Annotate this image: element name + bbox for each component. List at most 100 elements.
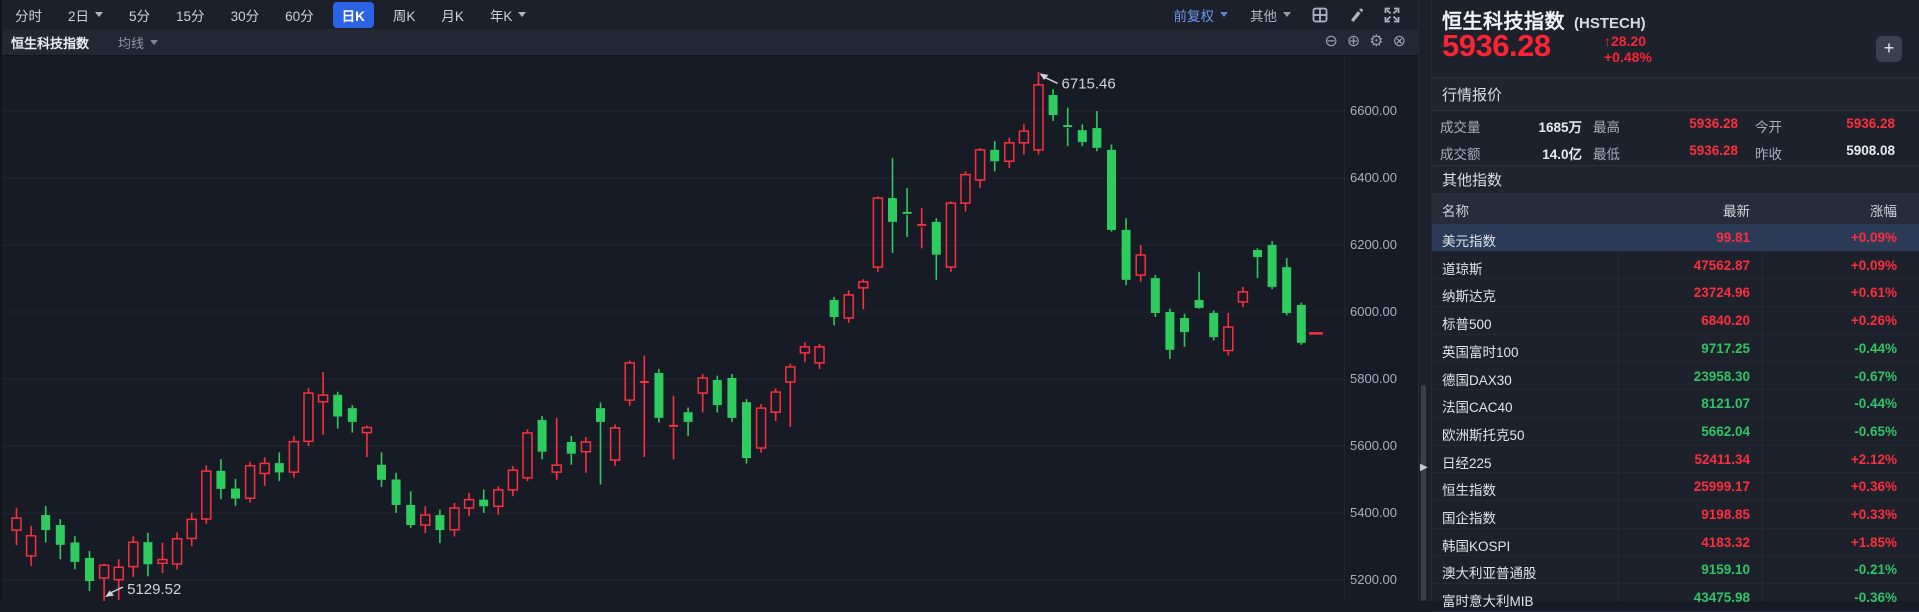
index-row-韩国KOSPI[interactable]: 韩国KOSPI4183.32+1.85%	[1432, 529, 1919, 557]
header-change[interactable]: 涨幅	[1762, 200, 1897, 220]
index-row-法国CAC40[interactable]: 法国CAC408121.07-0.44%	[1432, 390, 1919, 418]
y-axis-label: 5400.00	[1350, 505, 1397, 520]
period-button-30分[interactable]: 30分	[218, 5, 273, 25]
period-button-日K[interactable]: 日K	[333, 2, 374, 28]
period-button-15分[interactable]: 15分	[163, 5, 218, 25]
other-label: 其他	[1250, 5, 1277, 25]
index-row-欧洲斯托克50[interactable]: 欧洲斯托克505662.04-0.65%	[1432, 418, 1919, 446]
period-button-5分[interactable]: 5分	[116, 5, 163, 25]
y-axis-label: 5800.00	[1350, 371, 1397, 386]
index-last: 4183.32	[1618, 535, 1750, 550]
index-row-富时意大利MIB[interactable]: 富时意大利MIB 43475.98 -0.36%	[1432, 584, 1919, 612]
quote-value: 5936.28	[1648, 143, 1738, 158]
collapse-panel-icon[interactable]: ▶	[1420, 462, 1428, 473]
quote-label: 成交量	[1440, 116, 1481, 136]
grid-layout-icon[interactable]	[1311, 6, 1329, 24]
period-toolbar: 分时2日5分15分30分60分日K 周K月K年K 前复权 其他	[2, 0, 1418, 29]
adjust-mode-label: 前复权	[1174, 5, 1215, 25]
index-name: 德国DAX30	[1442, 369, 1512, 389]
period-button-60分[interactable]: 60分	[272, 5, 327, 25]
index-name: 恒生指数	[1442, 479, 1496, 499]
chevron-down-icon	[518, 12, 526, 17]
adjust-mode-dropdown[interactable]: 前复权	[1165, 5, 1238, 25]
chevron-down-icon	[1220, 12, 1228, 17]
close-icon[interactable]: ⊗	[1393, 34, 1406, 50]
index-change: +0.26%	[1762, 313, 1897, 328]
index-name: 富时意大利MIB	[1442, 590, 1534, 610]
index-row-国企指数[interactable]: 国企指数9198.85+0.33%	[1432, 501, 1919, 529]
index-last: 43475.98	[1618, 590, 1750, 605]
index-name: 纳斯达克	[1442, 285, 1496, 305]
index-last: 9198.85	[1618, 507, 1750, 522]
index-row-德国DAX30[interactable]: 德国DAX3023958.30-0.67%	[1432, 363, 1919, 391]
y-axis-label: 5600.00	[1350, 438, 1397, 453]
index-change: -0.44%	[1762, 341, 1897, 356]
period-button-2日[interactable]: 2日	[55, 5, 116, 25]
chevron-down-icon	[150, 40, 158, 45]
index-row-恒生指数[interactable]: 恒生指数 25999.17 +0.36%	[1432, 473, 1919, 501]
period-button-周K[interactable]: 周K	[380, 5, 429, 25]
fullscreen-icon[interactable]	[1383, 6, 1401, 24]
index-name: 标普500	[1442, 313, 1492, 333]
ma-dropdown[interactable]: 均线	[118, 33, 158, 52]
index-change: +0.36%	[1762, 479, 1897, 494]
y-axis-label: 6000.00	[1350, 304, 1397, 319]
quote-label: 最低	[1593, 143, 1620, 163]
index-name: 道琼斯	[1442, 258, 1483, 278]
period-button-月K[interactable]: 月K	[428, 5, 477, 25]
svg-text:6715.46: 6715.46	[1062, 75, 1116, 92]
quote-row: 成交额14.0亿最低5936.28昨收5908.08	[1432, 138, 1919, 165]
index-name: 欧洲斯托克50	[1442, 424, 1525, 444]
index-last: 9159.10	[1618, 562, 1750, 577]
index-change: +0.09%	[1762, 230, 1897, 245]
quote-section-title: 行情报价	[1442, 84, 1502, 105]
index-name: 国企指数	[1442, 507, 1496, 527]
quote-label: 昨收	[1755, 143, 1782, 163]
y-axis-label: 6200.00	[1350, 237, 1397, 252]
add-to-watchlist-button[interactable]: +	[1876, 36, 1902, 62]
chevron-down-icon	[1283, 12, 1291, 17]
quote-value: 5908.08	[1805, 143, 1895, 158]
index-last: 25999.17	[1618, 479, 1750, 494]
quote-value: 5936.28	[1805, 116, 1895, 131]
header-last[interactable]: 最新	[1618, 200, 1750, 220]
index-row-道琼斯[interactable]: 道琼斯47562.87+0.09%	[1432, 252, 1919, 280]
index-change: -0.21%	[1762, 562, 1897, 577]
index-row-澳大利亚普通股[interactable]: 澳大利亚普通股 9159.10 -0.21%	[1432, 556, 1919, 584]
index-row-纳斯达克[interactable]: 纳斯达克23724.96+0.61%	[1432, 279, 1919, 307]
index-name: 美元指数	[1442, 230, 1496, 250]
y-axis-label: 5200.00	[1350, 572, 1397, 587]
quote-sidebar: 恒生科技指数 (HSTECH) 5936.28 ↑28.20 +0.48% + …	[1432, 0, 1919, 601]
quote-label: 最高	[1593, 116, 1620, 136]
last-price: 5936.28	[1442, 28, 1551, 64]
change-value: 28.20	[1611, 33, 1646, 49]
quote-section-header: 行情报价	[1432, 77, 1919, 111]
index-last: 5662.04	[1618, 424, 1750, 439]
zoom-in-icon[interactable]: ⊕	[1347, 34, 1360, 50]
index-row-美元指数[interactable]: 美元指数99.81+0.09%	[1432, 224, 1919, 252]
quote-label: 成交额	[1440, 143, 1481, 163]
period-button-年K[interactable]: 年K	[477, 5, 540, 25]
scrollbar-thumb[interactable]	[1421, 385, 1426, 601]
index-change: -0.36%	[1762, 590, 1897, 605]
period-button-分时[interactable]: 分时	[2, 5, 55, 25]
brush-icon[interactable]	[1347, 6, 1365, 24]
index-last: 9717.25	[1618, 341, 1750, 356]
settings-gear-icon[interactable]: ⚙	[1369, 34, 1383, 50]
y-axis-label: 6600.00	[1350, 103, 1397, 118]
index-name: 澳大利亚普通股	[1442, 562, 1537, 582]
other-dropdown[interactable]: 其他	[1241, 5, 1300, 25]
zoom-out-icon[interactable]: ⊖	[1324, 34, 1337, 50]
chart-instrument-title: 恒生科技指数	[2, 33, 89, 52]
index-row-标普500[interactable]: 标普5006840.20+0.26%	[1432, 307, 1919, 335]
instrument-symbol: (HSTECH)	[1574, 15, 1646, 32]
index-last: 52411.34	[1618, 452, 1750, 467]
indices-section-title: 其他指数	[1442, 169, 1502, 190]
axis-divider	[1344, 56, 1345, 601]
candlestick-chart[interactable]: 6715.465129.52	[2, 56, 1344, 601]
toolbar-right-group: 前复权 其他	[1165, 5, 1419, 25]
index-row-英国富时100[interactable]: 英国富时1009717.25-0.44%	[1432, 335, 1919, 363]
index-last: 8121.07	[1618, 396, 1750, 411]
panel-divider[interactable]: ▶	[1418, 0, 1432, 601]
index-row-日经225[interactable]: 日经22552411.34+2.12%	[1432, 446, 1919, 474]
